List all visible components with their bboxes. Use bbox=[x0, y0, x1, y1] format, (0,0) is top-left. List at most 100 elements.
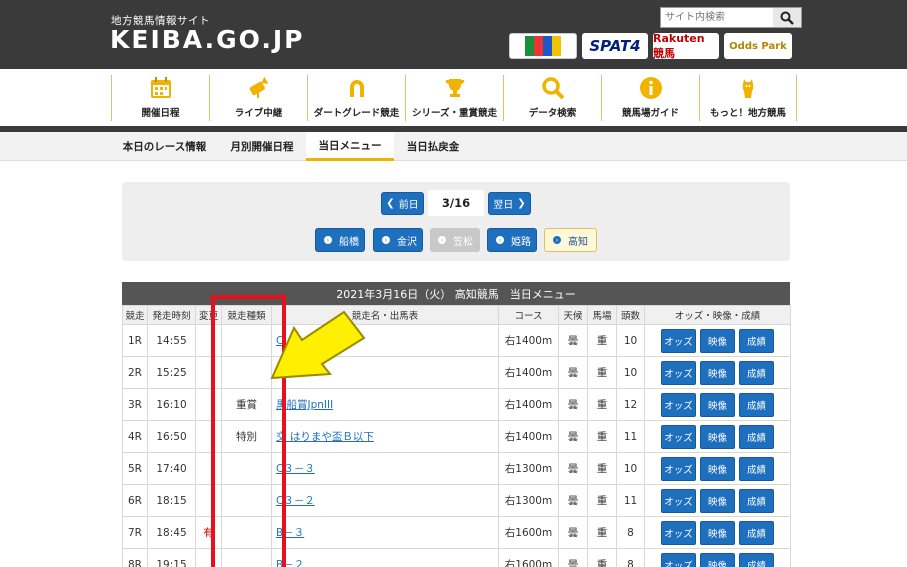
col-actions: オッズ・映像・成績 bbox=[644, 305, 791, 325]
venue-kochi[interactable]: › 高知 bbox=[544, 228, 597, 252]
result-button[interactable]: 成績 bbox=[739, 328, 774, 353]
action-buttons: オッズ 映像 成績 bbox=[645, 520, 790, 545]
tab-today-payout[interactable]: 当日払戻金 bbox=[394, 132, 472, 161]
nav-live[interactable]: ライブ中継 bbox=[209, 75, 307, 121]
cell-race: 8R bbox=[122, 548, 148, 567]
tab-monthly-schedule[interactable]: 月別開催日程 bbox=[218, 132, 306, 161]
cell-weather: 曇 bbox=[558, 324, 588, 357]
odds-button[interactable]: オッズ bbox=[661, 488, 696, 513]
cell-course: 右1600m bbox=[498, 516, 559, 549]
cell-name: 交 はりまや盃Ｂ以下 bbox=[271, 420, 499, 453]
cell-weather: 曇 bbox=[558, 356, 588, 389]
odds-button[interactable]: オッズ bbox=[661, 392, 696, 417]
cell-actions: オッズ 映像 成績 bbox=[644, 452, 791, 485]
col-time: 発走時刻 bbox=[147, 305, 196, 325]
main-nav: 開催日程 ライブ中継 ダートグレード競走 シリーズ・重賞競走 データ検索 競馬場… bbox=[0, 69, 907, 126]
video-button[interactable]: 映像 bbox=[700, 392, 735, 417]
nav-dirt-grade[interactable]: ダートグレード競走 bbox=[307, 75, 405, 121]
cell-weather: 曇 bbox=[558, 452, 588, 485]
nav-label: 競馬場ガイド bbox=[621, 108, 679, 119]
cell-count: 12 bbox=[616, 388, 645, 421]
odds-button[interactable]: オッズ bbox=[661, 328, 696, 353]
result-button[interactable]: 成績 bbox=[739, 520, 774, 545]
nav-data-search[interactable]: データ検索 bbox=[503, 75, 601, 121]
odds-button[interactable]: オッズ bbox=[661, 520, 696, 545]
cell-course: 右1600m bbox=[498, 548, 559, 567]
odds-button[interactable]: オッズ bbox=[661, 456, 696, 481]
result-button[interactable]: 成績 bbox=[739, 392, 774, 417]
cell-time: 16:50 bbox=[147, 420, 196, 453]
odds-button[interactable]: オッズ bbox=[661, 552, 696, 567]
nav-track-guide[interactable]: 競馬場ガイド bbox=[601, 75, 699, 121]
search-icon bbox=[780, 11, 794, 25]
search-input[interactable] bbox=[661, 8, 773, 27]
action-buttons: オッズ 映像 成績 bbox=[645, 392, 790, 417]
next-day-label: 翌日 bbox=[493, 200, 514, 211]
cell-count: 11 bbox=[616, 484, 645, 517]
date-venue-panel: ❮ 前日 3/16 翌日 ❯ › 船橋 › 金沢 › 笠松 › 姫路 › 高知 bbox=[122, 182, 790, 261]
venue-funabashi[interactable]: › 船橋 bbox=[315, 228, 365, 252]
cell-track: 重 bbox=[587, 516, 617, 549]
result-button[interactable]: 成績 bbox=[739, 456, 774, 481]
banner-rakuten[interactable]: Rakuten 競馬 bbox=[653, 32, 719, 60]
partner-banners: SPAT4 Rakuten 競馬 Odds Park bbox=[509, 32, 792, 60]
banner-spat4[interactable]: SPAT4 bbox=[582, 33, 648, 59]
cell-name: B－３ bbox=[271, 516, 499, 549]
odds-button[interactable]: オッズ bbox=[661, 360, 696, 385]
video-button[interactable]: 映像 bbox=[700, 552, 735, 567]
prev-day-button[interactable]: ❮ 前日 bbox=[381, 192, 424, 215]
cell-actions: オッズ 映像 成績 bbox=[644, 548, 791, 567]
result-button[interactable]: 成績 bbox=[739, 488, 774, 513]
next-day-button[interactable]: 翌日 ❯ bbox=[488, 192, 531, 215]
venue-label: 金沢 bbox=[397, 236, 417, 248]
cell-name: C３－２ bbox=[271, 484, 499, 517]
cell-actions: オッズ 映像 成績 bbox=[644, 388, 791, 421]
video-button[interactable]: 映像 bbox=[700, 520, 735, 545]
banner-oddspark[interactable]: Odds Park bbox=[724, 33, 792, 59]
cell-name: B－２ bbox=[271, 548, 499, 567]
cell-track: 重 bbox=[587, 324, 617, 357]
chevron-right-icon: › bbox=[553, 236, 561, 244]
nav-more[interactable]: もっと！地方競馬 bbox=[699, 75, 797, 121]
page: 地方競馬情報サイト KEIBA.GO.JP SPAT4 Rakuten 競馬 O… bbox=[0, 0, 907, 567]
nav-label: データ検索 bbox=[528, 108, 577, 119]
banner-keiba-channel[interactable] bbox=[509, 33, 577, 59]
race-name-link[interactable]: 交 はりまや盃Ｂ以下 bbox=[276, 431, 374, 443]
nav-label: シリーズ・重賞競走 bbox=[411, 108, 498, 119]
camera-icon bbox=[246, 75, 272, 101]
nav-label: ライブ中継 bbox=[234, 108, 283, 119]
tab-today-menu[interactable]: 当日メニュー bbox=[306, 132, 394, 161]
venue-himeji[interactable]: › 姫路 bbox=[487, 228, 537, 252]
banner-logo-icon bbox=[525, 36, 561, 56]
action-buttons: オッズ 映像 成績 bbox=[645, 456, 790, 481]
video-button[interactable]: 映像 bbox=[700, 424, 735, 449]
cell-race: 4R bbox=[122, 420, 148, 453]
action-buttons: オッズ 映像 成績 bbox=[645, 424, 790, 449]
nav-series[interactable]: シリーズ・重賞競走 bbox=[405, 75, 503, 121]
result-button[interactable]: 成績 bbox=[739, 424, 774, 449]
video-button[interactable]: 映像 bbox=[700, 488, 735, 513]
col-count: 頭数 bbox=[616, 305, 645, 325]
site-logo[interactable]: KEIBA.GO.JP bbox=[110, 25, 304, 54]
cell-course: 右1400m bbox=[498, 356, 559, 389]
nav-schedule[interactable]: 開催日程 bbox=[111, 75, 209, 121]
result-button[interactable]: 成績 bbox=[739, 552, 774, 567]
nav-label: もっと！地方競馬 bbox=[709, 108, 786, 119]
cell-course: 右1400m bbox=[498, 420, 559, 453]
cell-weather: 曇 bbox=[558, 420, 588, 453]
cell-race: 1R bbox=[122, 324, 148, 357]
cell-time: 19:15 bbox=[147, 548, 196, 567]
video-button[interactable]: 映像 bbox=[700, 456, 735, 481]
video-button[interactable]: 映像 bbox=[700, 328, 735, 353]
odds-button[interactable]: オッズ bbox=[661, 424, 696, 449]
nav-label: 開催日程 bbox=[141, 108, 180, 119]
tab-today-races[interactable]: 本日のレース情報 bbox=[111, 132, 218, 161]
action-buttons: オッズ 映像 成績 bbox=[645, 488, 790, 513]
result-button[interactable]: 成績 bbox=[739, 360, 774, 385]
info-icon bbox=[638, 75, 664, 101]
nav-label: ダートグレード競走 bbox=[313, 108, 400, 119]
search-button[interactable] bbox=[773, 8, 801, 27]
cell-count: 10 bbox=[616, 324, 645, 357]
venue-kanazawa[interactable]: › 金沢 bbox=[373, 228, 423, 252]
video-button[interactable]: 映像 bbox=[700, 360, 735, 385]
